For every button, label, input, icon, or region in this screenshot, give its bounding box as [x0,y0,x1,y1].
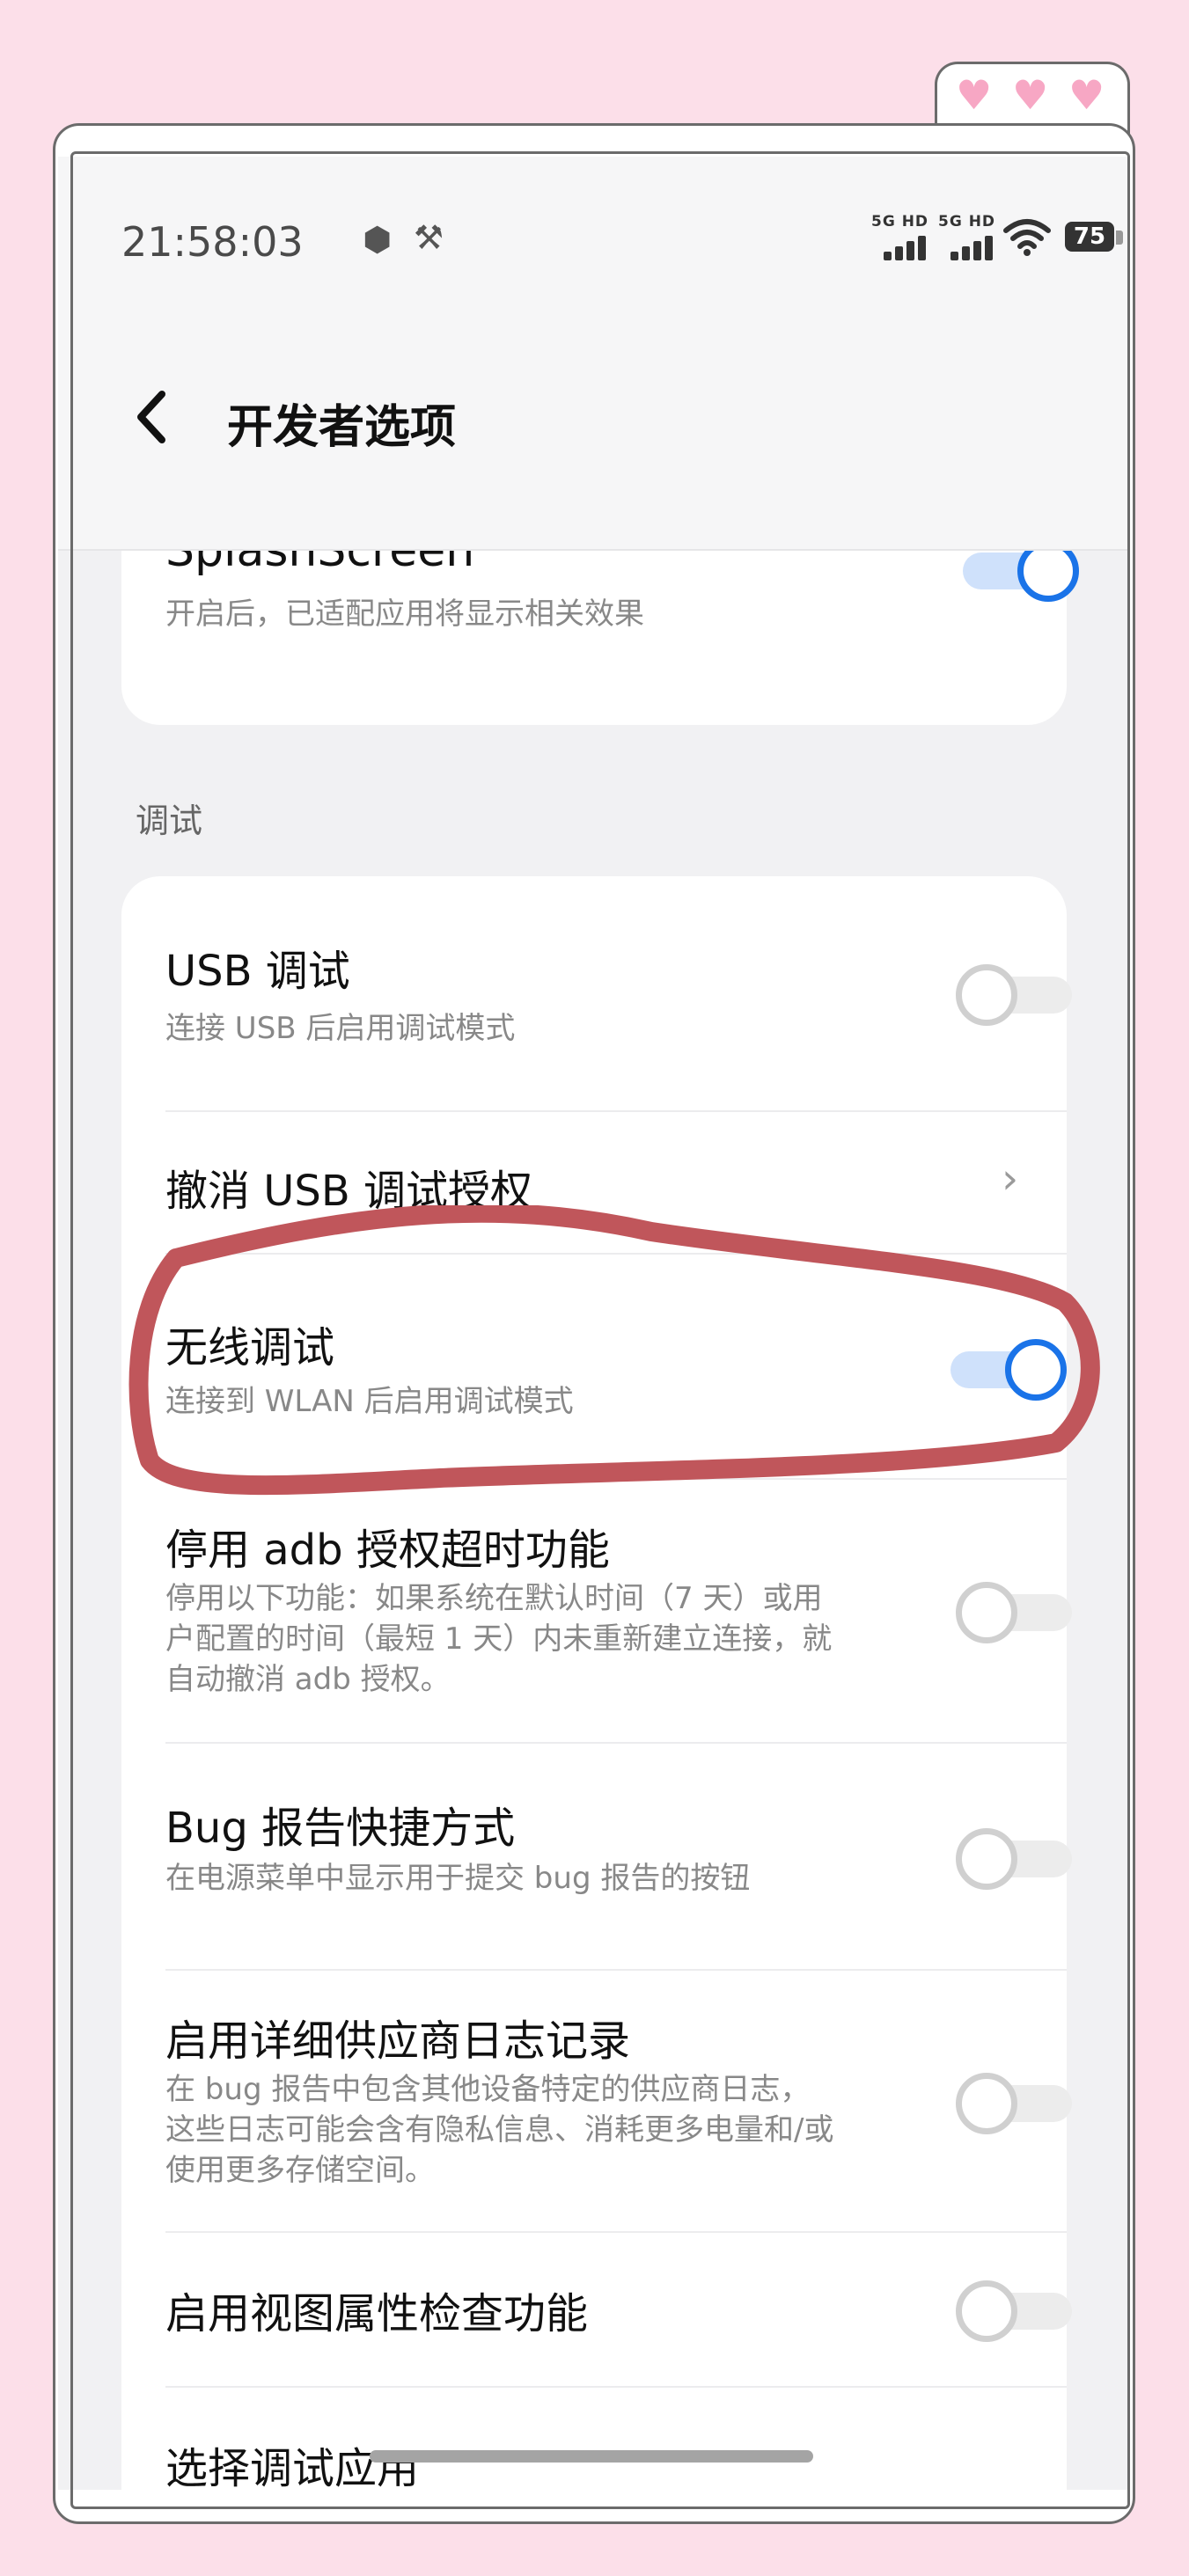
heart-icon: ♥ [1012,71,1049,119]
decorative-frame-inner [70,151,1130,2509]
heart-icon: ♥ [956,71,993,119]
heart-icon: ♥ [1068,71,1105,119]
